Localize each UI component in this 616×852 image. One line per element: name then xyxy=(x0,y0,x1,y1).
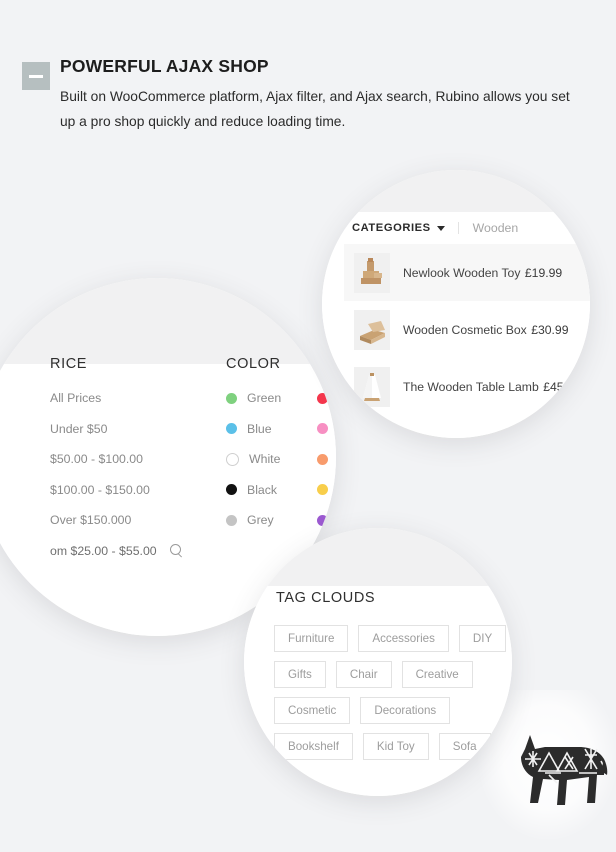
color-swatch-black xyxy=(226,484,237,495)
color-label: White xyxy=(249,452,281,466)
tag-chip[interactable]: Decorations xyxy=(360,697,451,724)
product-price: £45.90 xyxy=(543,379,581,394)
wooden-box-thumb xyxy=(354,309,390,350)
color-column-one: Green Blue White Black Grey xyxy=(226,391,281,544)
tag-chip[interactable]: Furniture xyxy=(274,625,349,652)
chevron-down-icon xyxy=(436,225,445,231)
price-range-row[interactable]: om $25.00 - $55.00 xyxy=(50,544,183,558)
wooden-toy-thumb xyxy=(354,252,390,293)
tag-clouds-circle: TAG CLOUDS Furniture Accessories DIY Gif… xyxy=(244,528,512,796)
product-price: £19.99 xyxy=(524,265,563,280)
minus-square-icon xyxy=(22,62,50,90)
color-swatch-green xyxy=(226,392,237,404)
search-result-info: The Wooden Table Lamb £45.90 xyxy=(403,378,580,396)
tag-clouds-content: TAG CLOUDS Furniture Accessories DIY Gif… xyxy=(244,528,512,796)
tag-chip[interactable]: Creative xyxy=(401,661,473,688)
tag-chip[interactable]: Bookshelf xyxy=(274,733,353,760)
product-name: Newlook Wooden Toy xyxy=(403,265,521,280)
search-result-row[interactable]: Newlook Wooden Toy £19.99 xyxy=(344,244,590,301)
color-option[interactable]: Orange xyxy=(317,452,336,466)
color-option[interactable]: Blue xyxy=(226,422,281,436)
color-swatch-blue xyxy=(226,423,237,434)
price-option[interactable]: $100.00 - $150.00 xyxy=(50,483,183,497)
search-result-info: Newlook Wooden Toy £19.99 xyxy=(403,264,562,282)
tag-chip[interactable]: DIY xyxy=(458,625,507,652)
tag-chip[interactable]: Gifts xyxy=(274,661,326,688)
price-filter-title: RICE xyxy=(50,356,88,372)
minus-glyph xyxy=(29,75,43,78)
product-price: £30.99 xyxy=(531,322,569,337)
geometric-cat-figurine xyxy=(505,725,609,820)
price-range-value: om $25.00 - $55.00 xyxy=(50,543,157,558)
feature-header: POWERFUL AJAX SHOP Built on WooCommerce … xyxy=(22,56,582,134)
product-name: Wooden Cosmetic Box xyxy=(403,322,527,337)
color-option[interactable]: Black xyxy=(226,483,281,497)
search-result-row[interactable]: Wooden Cosmetic Box £30.99 xyxy=(344,301,590,358)
color-option[interactable]: Green xyxy=(226,391,281,405)
color-label: Green xyxy=(247,391,282,405)
color-label: Black xyxy=(247,482,278,497)
ajax-search-circle: CATEGORIES Wooden Newlook Wooden Toy £19… xyxy=(322,170,590,438)
page-description: Built on WooCommerce platform, Ajax filt… xyxy=(60,89,570,129)
search-input[interactable]: Wooden xyxy=(459,221,519,235)
price-option[interactable]: $50.00 - $100.00 xyxy=(50,452,183,466)
tag-chip[interactable]: Sofa xyxy=(438,733,491,760)
color-swatch-yellow xyxy=(317,484,329,495)
color-option[interactable]: White xyxy=(226,452,281,466)
search-icon[interactable] xyxy=(169,544,183,558)
price-option[interactable]: All Prices xyxy=(50,391,183,405)
color-label: Grey xyxy=(247,513,274,527)
color-swatch-grey xyxy=(226,514,237,526)
tag-chip[interactable]: Cosmetic xyxy=(274,697,351,724)
search-bar: CATEGORIES Wooden xyxy=(352,212,590,245)
price-filter-column: RICE All Prices Under $50 $50.00 - $100.… xyxy=(50,356,183,558)
color-option[interactable]: Purplr xyxy=(317,513,336,527)
search-result-info: Wooden Cosmetic Box £30.99 xyxy=(403,321,568,339)
color-label: Blue xyxy=(247,421,272,436)
price-option[interactable]: Over $150.000 xyxy=(50,513,183,527)
color-option[interactable]: Yellow xyxy=(317,483,336,497)
ajax-search-content: CATEGORIES Wooden Newlook Wooden Toy £19… xyxy=(322,170,590,438)
color-filter-title: COLOR xyxy=(226,356,281,372)
tag-chip[interactable]: Accessories xyxy=(358,625,449,652)
tag-clouds-title: TAG CLOUDS xyxy=(276,590,376,606)
tag-chip[interactable]: Chair xyxy=(335,661,392,688)
tag-list: Furniture Accessories DIY Gifts Chair Cr… xyxy=(274,625,512,760)
product-name: The Wooden Table Lamb xyxy=(403,379,539,394)
color-swatch-columns: Green Blue White Black Grey xyxy=(226,391,336,544)
color-swatch-white xyxy=(226,452,239,466)
search-result-row[interactable]: The Wooden Table Lamb £45.90 xyxy=(344,358,590,415)
page-title: POWERFUL AJAX SHOP xyxy=(60,56,269,76)
color-swatch-purple xyxy=(317,514,329,526)
header-text-group: POWERFUL AJAX SHOP Built on WooCommerce … xyxy=(60,56,582,134)
price-option[interactable]: Under $50 xyxy=(50,422,183,436)
color-swatch-orange xyxy=(317,453,329,465)
categories-dropdown[interactable]: CATEGORIES xyxy=(352,222,459,234)
tag-chip[interactable]: Kid Toy xyxy=(362,733,429,760)
color-filter-column: COLOR Green Blue White Black Grey xyxy=(226,356,336,544)
color-option[interactable]: Grey xyxy=(226,513,281,527)
search-results-list: Newlook Wooden Toy £19.99 Wooden Cosmeti… xyxy=(344,244,590,415)
wooden-lamp-thumb xyxy=(354,366,390,407)
categories-dropdown-label: CATEGORIES xyxy=(352,222,431,234)
